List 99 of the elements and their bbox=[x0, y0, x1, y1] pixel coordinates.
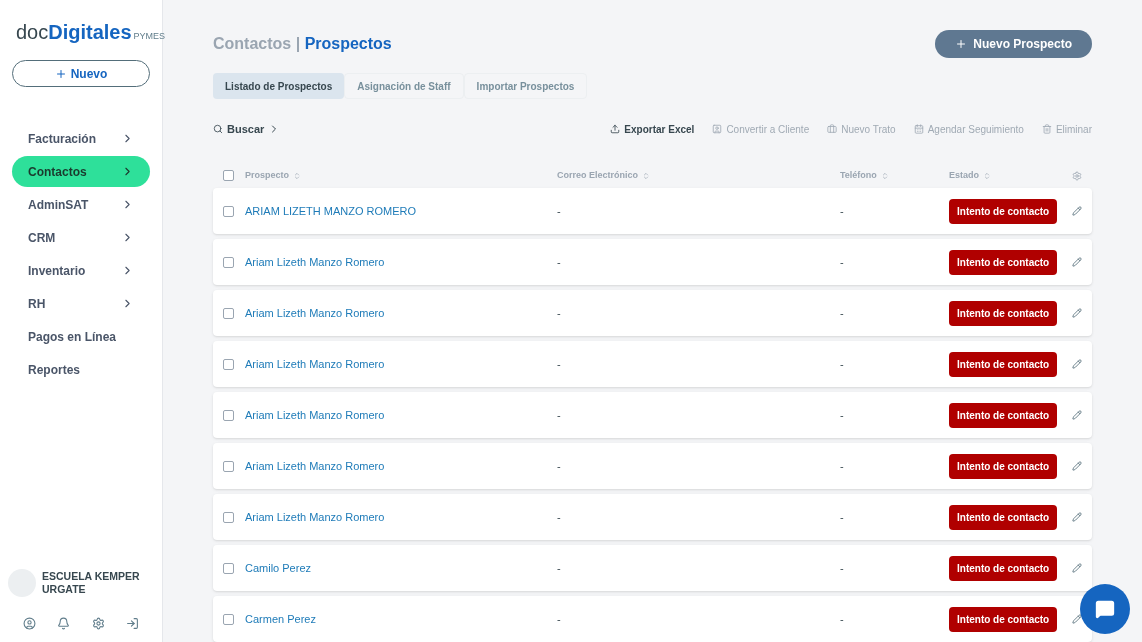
checkbox[interactable] bbox=[223, 256, 234, 268]
edit-icon[interactable] bbox=[1072, 410, 1082, 420]
search-icon bbox=[213, 124, 223, 135]
prospect-link[interactable]: Ariam Lizeth Manzo Romero bbox=[245, 408, 385, 421]
table-cell: - bbox=[557, 612, 561, 625]
chat-button[interactable] bbox=[1080, 584, 1130, 634]
table-row[interactable]: Ariam Lizeth Manzo Romero - - Intento de contacto bbox=[213, 239, 1092, 285]
prospect-link[interactable]: Ariam Lizeth Manzo Romero bbox=[245, 459, 385, 472]
prospect-link[interactable]: Ariam Lizeth Manzo Romero bbox=[245, 306, 385, 319]
checkbox[interactable] bbox=[223, 307, 234, 319]
sort-icon[interactable] bbox=[642, 171, 651, 180]
prospect-link[interactable]: Camilo Perez bbox=[245, 561, 312, 574]
table-cell: - bbox=[840, 459, 844, 472]
table-cell: - bbox=[840, 357, 844, 370]
logout-icon[interactable] bbox=[126, 617, 140, 630]
sidebar-item[interactable]: Pagos en Línea bbox=[12, 321, 150, 352]
status-badge: Intento de contacto bbox=[949, 249, 1058, 275]
chat-icon bbox=[1095, 599, 1115, 619]
prospect-link[interactable]: Ariam Lizeth Manzo Romero bbox=[245, 510, 385, 523]
calendar-icon bbox=[913, 124, 924, 135]
checkbox[interactable] bbox=[223, 170, 234, 182]
table-cell: - bbox=[557, 357, 561, 370]
status-badge: Intento de contacto bbox=[949, 504, 1058, 530]
settings-icon[interactable] bbox=[91, 617, 105, 630]
trash-icon bbox=[1041, 124, 1052, 135]
status-badge: Intento de contacto bbox=[949, 300, 1058, 326]
edit-icon[interactable] bbox=[1072, 257, 1082, 267]
edit-icon[interactable] bbox=[1072, 614, 1082, 624]
table-row[interactable]: Ariam Lizeth Manzo Romero - - Intento de contacto bbox=[213, 341, 1092, 387]
sidebar-item[interactable]: Inventario bbox=[12, 255, 150, 286]
status-badge: Intento de contacto bbox=[949, 351, 1058, 377]
table-cell: - bbox=[557, 408, 561, 421]
table-cell: - bbox=[557, 255, 561, 268]
checkbox[interactable] bbox=[223, 613, 234, 625]
prospect-link[interactable]: Carmen Perez bbox=[245, 612, 316, 625]
status-badge: Intento de contacto bbox=[949, 453, 1058, 479]
table-cell: - bbox=[557, 459, 561, 472]
bell-icon[interactable] bbox=[57, 617, 71, 630]
status-badge: Intento de contacto bbox=[949, 198, 1058, 224]
toolbar-button[interactable]: Exportar Excel bbox=[610, 121, 695, 137]
edit-icon[interactable] bbox=[1072, 308, 1082, 318]
id-card-icon bbox=[712, 124, 723, 135]
edit-icon[interactable] bbox=[1072, 461, 1082, 471]
table-row[interactable]: Ariam Lizeth Manzo Romero - - Intento de contacto bbox=[213, 494, 1092, 540]
briefcase-icon bbox=[827, 124, 838, 135]
checkbox[interactable] bbox=[223, 460, 234, 472]
prospect-link[interactable]: Ariam Lizeth Manzo Romero bbox=[245, 255, 385, 268]
edit-icon[interactable] bbox=[1072, 206, 1082, 216]
checkbox[interactable] bbox=[223, 205, 234, 217]
sidebar-item[interactable]: Contactos bbox=[12, 156, 150, 187]
logo[interactable]: docDigitales bbox=[16, 20, 132, 44]
checkbox[interactable] bbox=[223, 358, 234, 370]
table-row[interactable]: Camilo Perez - - Intento de contacto bbox=[213, 545, 1092, 591]
search-button[interactable]: Buscar bbox=[213, 121, 281, 138]
sidebar-item[interactable]: RH bbox=[12, 288, 150, 319]
sidebar-item[interactable]: Reportes bbox=[12, 354, 150, 385]
plus-icon bbox=[54, 67, 67, 80]
page-title: Contactos | Prospectos bbox=[213, 34, 392, 54]
table-row[interactable]: Carmen Perez - - Intento de contacto bbox=[213, 596, 1092, 642]
table-cell: - bbox=[557, 510, 561, 523]
plus-icon bbox=[955, 38, 968, 50]
sort-icon[interactable] bbox=[983, 171, 991, 180]
table-cell: - bbox=[840, 612, 844, 625]
logo-suffix: PYMES bbox=[133, 30, 166, 42]
account-name: ESCUELA KEMPER URGATE bbox=[42, 570, 141, 596]
checkbox[interactable] bbox=[223, 511, 234, 523]
table-row[interactable]: Ariam Lizeth Manzo Romero - - Intento de contacto bbox=[213, 392, 1092, 438]
checkbox[interactable] bbox=[223, 562, 234, 574]
sidebar-item[interactable]: Facturación bbox=[12, 123, 150, 154]
status-badge: Intento de contacto bbox=[949, 555, 1058, 581]
table-cell: - bbox=[840, 510, 844, 523]
status-badge: Intento de contacto bbox=[949, 402, 1058, 428]
checkbox[interactable] bbox=[223, 409, 234, 421]
table-row[interactable]: Ariam Lizeth Manzo Romero - - Intento de contacto bbox=[213, 443, 1092, 489]
upload-icon bbox=[610, 124, 621, 135]
table-cell: - bbox=[557, 561, 561, 574]
table-cell: - bbox=[840, 561, 844, 574]
prospect-link[interactable]: Ariam Lizeth Manzo Romero bbox=[245, 357, 385, 370]
table-cell: - bbox=[840, 408, 844, 421]
table-cell: - bbox=[840, 255, 844, 268]
table-cell: - bbox=[557, 306, 561, 319]
table-cell: - bbox=[840, 204, 844, 217]
table-cell: - bbox=[840, 306, 844, 319]
new-prospect-button[interactable]: Nuevo Prospecto bbox=[935, 30, 1092, 58]
sidebar-item[interactable]: CRM bbox=[12, 222, 150, 253]
settings-icon[interactable] bbox=[1072, 170, 1082, 181]
edit-icon[interactable] bbox=[1072, 359, 1082, 369]
status-badge: Intento de contacto bbox=[949, 606, 1058, 632]
edit-icon[interactable] bbox=[1072, 563, 1082, 573]
user-icon[interactable] bbox=[22, 617, 36, 630]
table-row[interactable]: ARIAM LIZETH MANZO ROMERO - - Intento de contacto bbox=[213, 188, 1092, 234]
sort-icon[interactable] bbox=[293, 171, 301, 180]
tab[interactable]: Listado de Prospectos bbox=[213, 73, 345, 99]
table-row[interactable]: Ariam Lizeth Manzo Romero - - Intento de contacto bbox=[213, 290, 1092, 336]
prospect-link[interactable]: ARIAM LIZETH MANZO ROMERO bbox=[245, 204, 417, 217]
edit-icon[interactable] bbox=[1072, 512, 1082, 522]
sort-icon[interactable] bbox=[880, 171, 889, 180]
table-cell: - bbox=[557, 204, 561, 217]
sidebar-item[interactable]: AdminSAT bbox=[12, 189, 150, 220]
